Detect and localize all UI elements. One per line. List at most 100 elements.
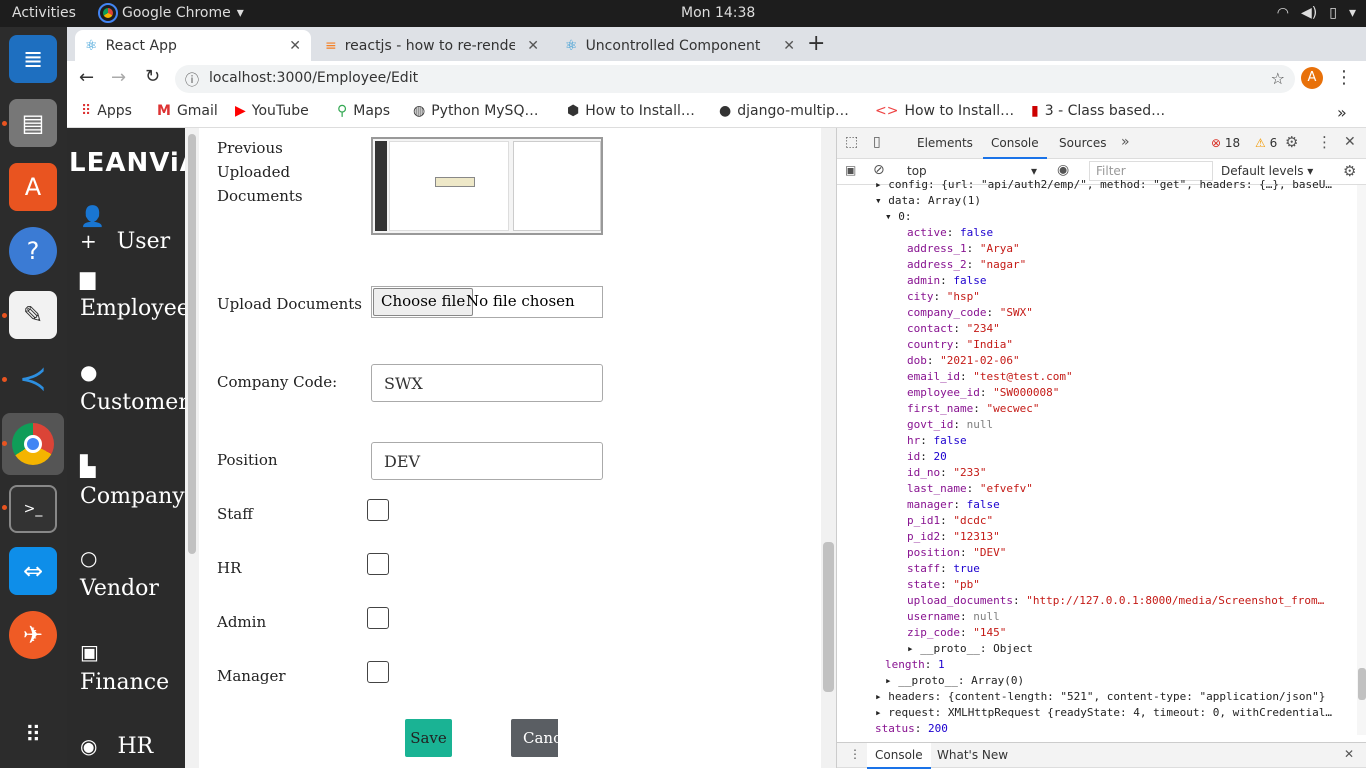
company-code-input[interactable]: SWX — [371, 364, 603, 402]
bookmark-django[interactable]: ● django-multip… — [719, 103, 849, 119]
address-bar[interactable]: ⓘ localhost:3000/Employee/Edit ☆ — [175, 65, 1295, 93]
forward-icon[interactable]: → — [111, 67, 126, 88]
menu-icon[interactable]: ⋮ — [1317, 133, 1332, 151]
close-icon[interactable]: ✕ — [527, 38, 539, 54]
eye-icon[interactable]: ◉ — [1057, 162, 1069, 178]
property-key: status — [875, 722, 915, 735]
property-key: hr — [907, 434, 921, 447]
staff-checkbox[interactable] — [367, 499, 389, 521]
nav-company[interactable]: ▙ Company — [80, 454, 185, 509]
star-icon[interactable]: ☆ — [1271, 69, 1285, 88]
bookmark-how-to-install-2[interactable]: <> How to Install… — [875, 103, 1014, 119]
nav-finance[interactable]: ▣ Finance — [80, 640, 169, 695]
inspect-icon[interactable]: ⬚ — [845, 134, 858, 150]
bookmarks-bar: ⠿ Apps M Gmail ▶ YouTube ⚲ Maps ◍ Python MySQ… — [67, 97, 1366, 128]
device-toolbar-icon[interactable]: ▯ — [873, 134, 881, 150]
bookmark-youtube[interactable]: ▶ YouTube — [235, 103, 309, 119]
admin-checkbox[interactable] — [367, 607, 389, 629]
new-tab-button[interactable]: + — [807, 31, 825, 56]
levels-select[interactable]: Default levels ▾ — [1221, 164, 1313, 178]
console-line[interactable]: ▸ __proto__: Object — [907, 641, 1033, 657]
console-line: last_name: "efvefv" — [907, 482, 1033, 495]
tab-elements[interactable]: Elements — [917, 136, 973, 150]
tab-stackoverflow[interactable]: ≡ reactjs - how to re-render ✕ — [315, 30, 549, 61]
property-key: last_name — [907, 482, 967, 495]
drawer-tab-console[interactable]: Console — [867, 743, 931, 769]
teamviewer-icon[interactable]: ⇔ — [9, 547, 57, 595]
close-icon[interactable]: ✕ — [1344, 747, 1354, 761]
error-count[interactable]: ⊗ 18 — [1211, 136, 1240, 150]
clock[interactable]: Mon 14:38 — [681, 5, 755, 21]
nav-vendor[interactable]: ○ Vendor — [80, 546, 159, 601]
chrome-icon[interactable] — [2, 413, 64, 475]
files-icon[interactable]: ▤ — [9, 99, 57, 147]
page-scroll-thumb[interactable] — [823, 542, 834, 692]
sidebar-scroll-thumb[interactable] — [188, 134, 196, 554]
context-select[interactable]: top ▾ — [907, 164, 1037, 178]
postman-icon[interactable]: ✈ — [9, 611, 57, 659]
menu-icon[interactable]: ⋮ — [1335, 67, 1353, 88]
back-icon[interactable]: ← — [79, 67, 94, 88]
app-menu[interactable]: Google Chrome ▾ — [98, 3, 244, 23]
activities-button[interactable]: Activities — [12, 5, 76, 21]
console-line[interactable]: ▾ 0: — [885, 209, 912, 225]
drawer-tab-whats-new[interactable]: What's New — [937, 748, 1008, 762]
filter-input[interactable]: Filter — [1089, 161, 1213, 181]
sidebar-toggle-icon[interactable]: ▣ — [845, 163, 856, 177]
console-line[interactable]: ▸ __proto__: Array(0) — [885, 673, 1024, 689]
console-scroll-thumb[interactable] — [1358, 668, 1366, 700]
console-line[interactable]: ▾ data: Array(1) — [875, 193, 981, 209]
more-tabs-icon[interactable]: » — [1121, 134, 1130, 150]
nav-hr[interactable]: ◉ HR — [80, 734, 153, 759]
hr-checkbox[interactable] — [367, 553, 389, 575]
close-icon[interactable]: ✕ — [289, 38, 301, 54]
terminal-icon[interactable]: >_ — [9, 485, 57, 533]
console-line[interactable]: ▸ headers: {content-length: "521", conte… — [875, 689, 1325, 705]
file-input[interactable]: Choose file No file chosen — [371, 286, 603, 318]
gear-icon[interactable]: ⚙ — [1343, 162, 1356, 180]
property-value: "12313" — [953, 530, 1000, 543]
nav-employee[interactable]: ▆ Employee — [80, 266, 190, 321]
cancel-button[interactable]: Canc — [511, 719, 558, 757]
text-editor-icon[interactable]: ✎ — [9, 291, 57, 339]
bookmark-maps[interactable]: ⚲ Maps — [337, 103, 390, 119]
profile-avatar[interactable]: A — [1301, 67, 1323, 89]
nav-customer[interactable]: ● Customer — [80, 360, 189, 415]
show-apps-icon[interactable]: ⠿ — [9, 711, 57, 759]
writer-icon[interactable]: ≣ — [9, 35, 57, 83]
software-center-icon[interactable]: A — [9, 163, 57, 211]
close-icon[interactable]: ✕ — [1344, 134, 1356, 150]
bookmark-how-to-install[interactable]: ⬢ How to Install… — [567, 103, 695, 119]
choose-file-button[interactable]: Choose file — [373, 288, 474, 316]
nav-user[interactable]: 👤+ User — [80, 204, 185, 254]
menu-icon[interactable]: ⋮ — [849, 747, 861, 761]
tab-uncontrolled[interactable]: ⚛ Uncontrolled Component ✕ — [555, 30, 805, 61]
help-icon[interactable]: ? — [9, 227, 57, 275]
clear-console-icon[interactable]: ⊘ — [873, 162, 885, 178]
position-input[interactable]: DEV — [371, 442, 603, 480]
more-bookmarks-icon[interactable]: » — [1337, 103, 1347, 122]
bookmark-apps[interactable]: ⠿ Apps — [81, 103, 132, 119]
vscode-icon[interactable]: ≺ — [9, 355, 57, 403]
reload-icon[interactable]: ↻ — [145, 66, 160, 87]
console-line: username: null — [907, 610, 1000, 623]
tab-console[interactable]: Console — [983, 128, 1047, 159]
save-button[interactable]: Save — [405, 719, 452, 757]
bookmark-gmail[interactable]: M Gmail — [157, 103, 218, 119]
console-scrollbar[interactable] — [1357, 185, 1366, 735]
warning-count[interactable]: ⚠ 6 — [1255, 136, 1277, 150]
manager-checkbox[interactable] — [367, 661, 389, 683]
gear-icon[interactable]: ⚙ — [1285, 133, 1298, 151]
console-line[interactable]: ▸ config: {url: "api/auth2/emp/", method… — [875, 179, 1332, 193]
close-icon[interactable]: ✕ — [783, 38, 795, 54]
bookmark-class-based[interactable]: ▮ 3 - Class based… — [1031, 103, 1165, 119]
property-value: "DEV" — [973, 546, 1007, 559]
sidebar: LEANViA 👤+ User ▆ Employee ● Customer ▙ Comp… — [67, 128, 200, 768]
console-line: id_no: "233" — [907, 466, 987, 479]
document-thumbnail[interactable] — [371, 137, 603, 235]
tab-react-app[interactable]: ⚛ React App ✕ — [75, 30, 311, 61]
console-line[interactable]: ▸ request: XMLHttpRequest {readyState: 4… — [875, 705, 1332, 721]
system-tray[interactable]: ◠ ◀) ▯ ▾ — [1277, 5, 1356, 21]
tab-sources[interactable]: Sources — [1059, 136, 1106, 150]
bookmark-python-mysql[interactable]: ◍ Python MySQ… — [413, 103, 538, 119]
